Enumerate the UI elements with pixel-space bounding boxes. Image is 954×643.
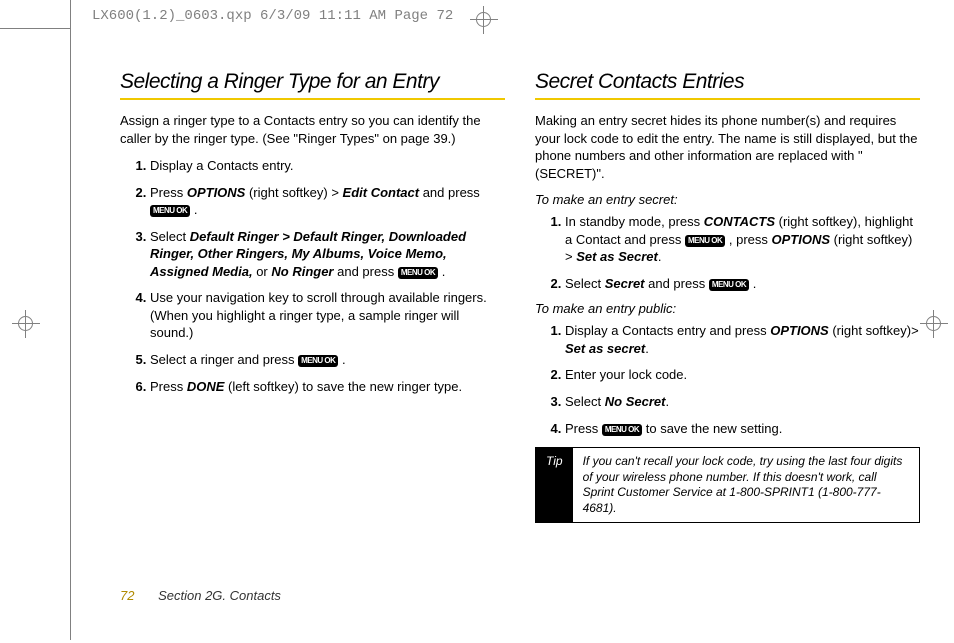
prepress-header: LX600(1.2)_0603.qxp 6/3/09 11:11 AM Page… (92, 8, 453, 24)
menu-ok-key-icon: MENU OK (150, 205, 190, 217)
step-item: Select Default Ringer > Default Ringer, … (150, 228, 505, 281)
crop-mark-v (70, 0, 71, 640)
subheading: To make an entry public: (535, 301, 920, 316)
right-column: Secret Contacts Entries Making an entry … (535, 70, 920, 523)
left-column: Selecting a Ringer Type for an Entry Ass… (120, 70, 505, 523)
steps-list-secret-public: Display a Contacts entry and press OPTIO… (565, 322, 920, 437)
step-item: Select a ringer and press MENU OK . (150, 351, 505, 369)
step-item: Press DONE (left softkey) to save the ne… (150, 378, 505, 396)
step-item: Press OPTIONS (right softkey) > Edit Con… (150, 184, 505, 219)
step-item: Display a Contacts entry and press OPTIO… (565, 322, 920, 357)
page-number: 72 (120, 588, 134, 603)
registration-mark-right (920, 310, 948, 338)
page-footer: 72 Section 2G. Contacts (120, 588, 281, 603)
menu-ok-key-icon: MENU OK (602, 424, 642, 436)
step-item: Press MENU OK to save the new setting. (565, 420, 920, 438)
menu-ok-key-icon: MENU OK (298, 355, 338, 367)
subheading: To make an entry secret: (535, 192, 920, 207)
section-heading-ringer: Selecting a Ringer Type for an Entry (120, 70, 505, 94)
intro-text: Making an entry secret hides its phone n… (535, 112, 920, 182)
steps-list-ringer: Display a Contacts entry. Press OPTIONS … (150, 157, 505, 395)
intro-text: Assign a ringer type to a Contacts entry… (120, 112, 505, 147)
step-item: Enter your lock code. (565, 366, 920, 384)
registration-mark-left (12, 310, 40, 338)
page-content: Selecting a Ringer Type for an Entry Ass… (120, 70, 920, 523)
crop-mark-h (0, 28, 70, 29)
tip-text: If you can't recall your lock code, try … (573, 448, 919, 522)
section-heading-secret: Secret Contacts Entries (535, 70, 920, 94)
step-item: Select No Secret. (565, 393, 920, 411)
registration-mark-top (470, 6, 498, 34)
heading-rule (535, 98, 920, 100)
step-item: Select Secret and press MENU OK . (565, 275, 920, 293)
heading-rule (120, 98, 505, 100)
section-label: Section 2G. Contacts (158, 588, 281, 603)
steps-list-secret-make: In standby mode, press CONTACTS (right s… (565, 213, 920, 292)
step-item: Display a Contacts entry. (150, 157, 505, 175)
tip-label: Tip (536, 448, 573, 522)
step-item: Use your navigation key to scroll throug… (150, 289, 505, 342)
tip-box: Tip If you can't recall your lock code, … (535, 447, 920, 523)
menu-ok-key-icon: MENU OK (685, 235, 725, 247)
step-item: In standby mode, press CONTACTS (right s… (565, 213, 920, 266)
menu-ok-key-icon: MENU OK (398, 267, 438, 279)
menu-ok-key-icon: MENU OK (709, 279, 749, 291)
